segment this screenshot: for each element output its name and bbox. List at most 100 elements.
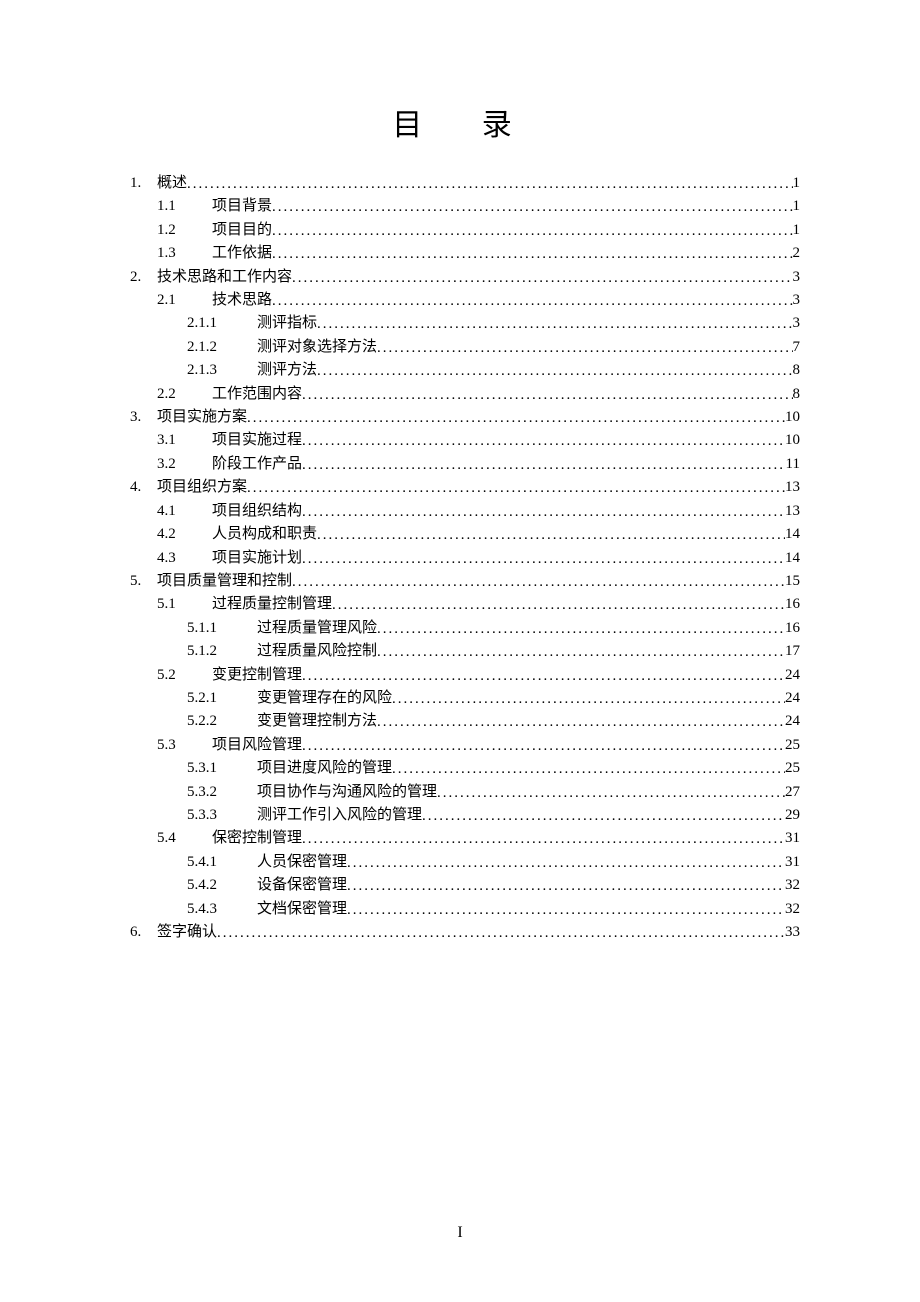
toc-entry-number: 5.3 xyxy=(157,734,212,757)
toc-entry-title: 项目实施计划 xyxy=(212,547,302,570)
toc-entry-title: 技术思路 xyxy=(212,289,272,312)
toc-dot-leader xyxy=(377,618,785,641)
toc-entry-page: 1 xyxy=(793,219,801,242)
toc-entry-page: 8 xyxy=(793,383,801,406)
toc-entry-number: 4.3 xyxy=(157,547,212,570)
toc-entry: 5.3.3测评工作引入风险的管理 29 xyxy=(130,804,800,827)
toc-dot-leader xyxy=(272,196,792,219)
toc-entry-page: 1 xyxy=(793,172,801,195)
toc-entry-title: 项目背景 xyxy=(212,195,272,218)
toc-entry-page: 10 xyxy=(785,429,800,452)
toc-entry: 1.概述1 xyxy=(130,172,800,195)
toc-entry-title: 过程质量控制管理 xyxy=(212,593,332,616)
toc-entry-page: 11 xyxy=(786,453,800,476)
toc-entry-page: 29 xyxy=(785,804,800,827)
toc-entry-title: 工作依据 xyxy=(212,242,272,265)
toc-dot-leader xyxy=(317,313,792,336)
toc-dot-leader xyxy=(247,407,785,430)
toc-dot-leader xyxy=(317,524,785,547)
toc-entry: 2.1.3测评方法8 xyxy=(130,359,800,382)
toc-entry-title: 过程质量管理风险 xyxy=(257,617,377,640)
toc-dot-leader xyxy=(392,758,785,781)
toc-dot-leader xyxy=(302,665,785,688)
toc-dot-leader xyxy=(217,922,785,945)
toc-entry-number: 4. xyxy=(130,476,157,499)
toc-entry-page: 3 xyxy=(793,312,801,335)
toc-entry: 2.1技术思路3 xyxy=(130,289,800,312)
toc-dot-leader xyxy=(422,805,785,828)
toc-entry-number: 5.3.2 xyxy=(187,781,257,804)
toc-entry-title: 工作范围内容 xyxy=(212,383,302,406)
toc-entry: 5.2变更控制管理24 xyxy=(130,664,800,687)
toc-entry-number: 5.1 xyxy=(157,593,212,616)
toc-entry: 1.1项目背景1 xyxy=(130,195,800,218)
toc-title: 目 录 xyxy=(130,100,800,144)
toc-entry: 4.3项目实施计划14 xyxy=(130,547,800,570)
toc-entry-title: 项目协作与沟通风险的管理 xyxy=(257,781,437,804)
toc-dot-leader xyxy=(302,828,785,851)
toc-entry-number: 2.1.1 xyxy=(187,312,257,335)
toc-dot-leader xyxy=(332,594,785,617)
toc-entry-page: 32 xyxy=(785,898,800,921)
toc-entry: 5.1.1过程质量管理风险16 xyxy=(130,617,800,640)
toc-entry-page: 32 xyxy=(785,874,800,897)
toc-entry-page: 10 xyxy=(785,406,800,429)
toc-entry-title: 测评工作引入风险的管理 xyxy=(257,804,422,827)
toc-entry-title: 项目组织方案 xyxy=(157,476,247,499)
toc-entry-page: 24 xyxy=(785,664,800,687)
toc-entry-page: 14 xyxy=(785,523,800,546)
toc-entry-title: 项目质量管理和控制 xyxy=(157,570,292,593)
toc-entry-number: 5.3.1 xyxy=(187,757,257,780)
toc-entry-number: 5.2.2 xyxy=(187,710,257,733)
toc-entry-page: 17 xyxy=(785,640,800,663)
toc-entry-title: 项目风险管理 xyxy=(212,734,302,757)
toc-entry-title: 变更管理控制方法 xyxy=(257,710,377,733)
toc-entry-number: 5.2.1 xyxy=(187,687,257,710)
toc-dot-leader xyxy=(347,852,785,875)
toc-entry-page: 15 xyxy=(785,570,800,593)
toc-entry-page: 3 xyxy=(793,266,801,289)
toc-entry-number: 2.1.3 xyxy=(187,359,257,382)
page-number-footer: I xyxy=(0,1224,920,1242)
toc-dot-leader xyxy=(377,641,785,664)
toc-entry-number: 1. xyxy=(130,172,157,195)
toc-entry-number: 5.3.3 xyxy=(187,804,257,827)
toc-dot-leader xyxy=(302,735,785,758)
toc-entry: 2.1.1测评指标 3 xyxy=(130,312,800,335)
toc-dot-leader xyxy=(347,899,785,922)
toc-dot-leader xyxy=(347,875,785,898)
toc-entry: 1.2项目目的1 xyxy=(130,219,800,242)
toc-entry: 2.2工作范围内容8 xyxy=(130,383,800,406)
toc-entry: 3.2阶段工作产品11 xyxy=(130,453,800,476)
toc-entry-number: 3.1 xyxy=(157,429,212,452)
toc-entry-page: 13 xyxy=(785,500,800,523)
toc-entry-number: 2.1 xyxy=(157,289,212,312)
toc-entry-title: 文档保密管理 xyxy=(257,898,347,921)
toc-entry-number: 5.4.2 xyxy=(187,874,257,897)
toc-dot-leader xyxy=(292,267,792,290)
toc-entry-number: 5.2 xyxy=(157,664,212,687)
toc-entry: 5.2.1变更管理存在的风险24 xyxy=(130,687,800,710)
toc-entry-title: 测评指标 xyxy=(257,312,317,335)
toc-entry-page: 7 xyxy=(793,336,801,359)
toc-entry-title: 项目实施过程 xyxy=(212,429,302,452)
toc-entry-number: 2.1.2 xyxy=(187,336,257,359)
toc-entry: 3.项目实施方案10 xyxy=(130,406,800,429)
toc-dot-leader xyxy=(392,688,785,711)
toc-entry: 3.1项目实施过程 10 xyxy=(130,429,800,452)
toc-entry: 4.项目组织方案13 xyxy=(130,476,800,499)
toc-entry-number: 5.1.1 xyxy=(187,617,257,640)
toc-entry-title: 技术思路和工作内容 xyxy=(157,266,292,289)
toc-entry-title: 过程质量风险控制 xyxy=(257,640,377,663)
toc-dot-leader xyxy=(292,571,785,594)
toc-dot-leader xyxy=(302,501,785,524)
toc-entry-number: 3.2 xyxy=(157,453,212,476)
toc-entry-number: 6. xyxy=(130,921,157,944)
toc-dot-leader xyxy=(272,290,792,313)
toc-entry: 5.4保密控制管理31 xyxy=(130,827,800,850)
toc-entry-number: 3. xyxy=(130,406,157,429)
toc-entry-page: 1 xyxy=(793,195,801,218)
toc-entry-page: 16 xyxy=(785,593,800,616)
toc-entry-number: 5.1.2 xyxy=(187,640,257,663)
toc-dot-leader xyxy=(302,384,792,407)
